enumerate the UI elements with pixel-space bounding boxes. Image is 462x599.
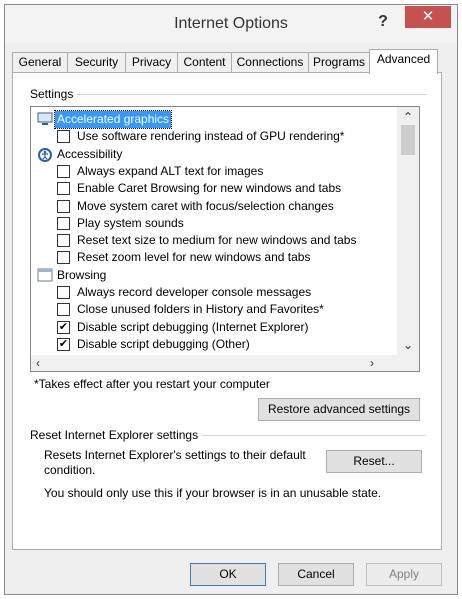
reset-button[interactable]: Reset... <box>326 450 422 473</box>
checkbox-label: Enable Caret Browsing for new windows an… <box>77 181 342 196</box>
checkbox[interactable]: ✔ <box>57 320 70 334</box>
checkbox[interactable] <box>57 199 70 213</box>
title-bar[interactable]: Internet Options ? ✕ <box>5 5 457 43</box>
checkbox-label: Use software rendering instead of GPU re… <box>77 129 345 144</box>
help-button[interactable]: ? <box>367 9 399 35</box>
checkbox-label: Reset text size to medium for new window… <box>77 233 357 248</box>
tab-security[interactable]: Security <box>67 52 126 73</box>
checkbox[interactable] <box>57 130 70 144</box>
checkbox-label: Move system caret with focus/selection c… <box>77 198 334 213</box>
settings-listbox[interactable]: Accelerated graphics Use software renderi… <box>30 106 420 372</box>
checkbox-label: Reset zoom level for new windows and tab… <box>77 250 311 265</box>
tab-programs[interactable]: Programs <box>308 52 370 73</box>
tab-content[interactable]: Content <box>177 52 232 73</box>
checkbox[interactable] <box>57 164 70 178</box>
vertical-scrollbar[interactable]: ⌃ ⌄ <box>397 107 419 355</box>
reset-description: Resets Internet Explorer's settings to t… <box>44 448 306 477</box>
checkbox[interactable] <box>57 286 70 299</box>
cancel-button[interactable]: Cancel <box>278 563 354 586</box>
category-label: Accessibility <box>57 146 123 161</box>
checkbox-label: Close unused folders in History and Favo… <box>77 302 324 317</box>
scroll-down-arrow[interactable]: ⌄ <box>403 339 413 351</box>
checkbox-label: Always record developer console messages <box>77 285 312 299</box>
checkbox[interactable] <box>57 251 70 265</box>
restart-note: *Takes effect after you restart your com… <box>34 377 270 391</box>
browser-window-icon <box>37 268 53 282</box>
horizontal-scrollbar[interactable]: ‹ › <box>31 355 419 371</box>
tab-general[interactable]: General <box>12 52 68 73</box>
tab-connections[interactable]: Connections <box>231 52 309 73</box>
apply-button[interactable]: Apply <box>366 563 442 586</box>
checkbox-label: Play system sounds <box>77 215 184 230</box>
reset-group-label: Reset Internet Explorer settings <box>30 428 203 442</box>
scroll-left-arrow[interactable]: ‹ <box>36 357 40 369</box>
checkbox[interactable] <box>57 216 70 230</box>
ok-button[interactable]: OK <box>190 563 266 586</box>
checkbox[interactable]: ✔ <box>57 337 70 351</box>
tab-privacy[interactable]: Privacy <box>125 52 178 73</box>
accessibility-icon <box>37 147 53 162</box>
checkbox[interactable] <box>57 182 70 196</box>
scroll-right-arrow[interactable]: › <box>370 357 374 369</box>
checkbox[interactable] <box>57 303 70 317</box>
settings-group-divider <box>30 94 426 95</box>
monitor-icon <box>37 112 53 126</box>
reset-warning: You should only use this if your browser… <box>44 486 382 500</box>
settings-group-label: Settings <box>30 87 78 101</box>
close-button[interactable]: ✕ <box>405 6 451 28</box>
checkbox-label: Always expand ALT text for images <box>77 163 264 178</box>
scroll-up-arrow[interactable]: ⌃ <box>403 111 413 123</box>
checkbox-label: Disable script debugging (Other) <box>77 336 250 351</box>
checkbox-label: Disable script debugging (Internet Explo… <box>77 319 309 334</box>
restore-advanced-settings-button[interactable]: Restore advanced settings <box>258 398 420 421</box>
category-label: Accelerated graphics <box>53 110 173 129</box>
vertical-scroll-thumb[interactable] <box>401 125 415 155</box>
category-label: Browsing <box>57 267 107 282</box>
tab-advanced[interactable]: Advanced <box>369 49 438 74</box>
checkbox[interactable] <box>57 234 70 248</box>
